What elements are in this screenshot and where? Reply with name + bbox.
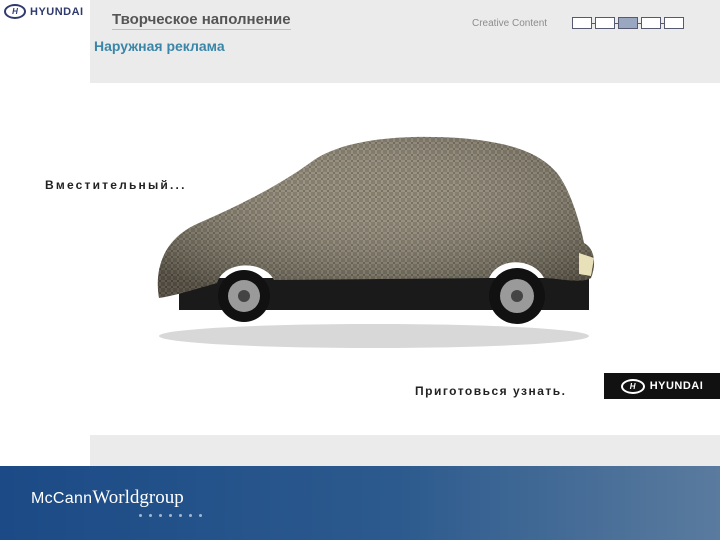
footer-brand-mccann: McCann bbox=[31, 490, 93, 507]
footer-bar: McCannWorldgroup bbox=[0, 466, 720, 540]
ad-logo-text: HYUNDAI bbox=[649, 380, 704, 392]
covered-car-image bbox=[157, 136, 595, 348]
billboard-ad: Вместительный... Приготовься узнать. H H… bbox=[19, 83, 720, 435]
progress-step-active bbox=[618, 17, 641, 29]
page-subtitle: Наружная реклама bbox=[94, 38, 225, 54]
footer-dot bbox=[149, 514, 152, 517]
progress-step bbox=[595, 17, 618, 29]
ad-tagline: Приготовься узнать. bbox=[415, 384, 567, 398]
progress-step bbox=[664, 17, 684, 29]
hyundai-logo-icon: H bbox=[620, 378, 645, 394]
progress-indicator bbox=[572, 17, 687, 29]
section-label: Creative Content bbox=[472, 18, 548, 29]
footer-brand-worldgroup: Worldgroup bbox=[92, 487, 184, 508]
mccann-logo: McCannWorldgroup bbox=[31, 487, 184, 509]
footer-dot bbox=[189, 514, 192, 517]
ad-hyundai-logo: H HYUNDAI bbox=[604, 373, 720, 399]
progress-step bbox=[641, 17, 664, 29]
footer-dots bbox=[139, 514, 202, 517]
hyundai-logo: H HYUNDAI bbox=[4, 4, 84, 19]
footer-dot bbox=[139, 514, 142, 517]
footer-dot bbox=[199, 514, 202, 517]
hyundai-logo-icon: H bbox=[4, 4, 26, 19]
footer-dot bbox=[169, 514, 172, 517]
page-title: Творческое наполнение bbox=[112, 11, 291, 30]
footer-dot bbox=[159, 514, 162, 517]
progress-step bbox=[572, 17, 595, 29]
hyundai-logo-text: HYUNDAI bbox=[30, 5, 84, 18]
footer-dot bbox=[179, 514, 182, 517]
